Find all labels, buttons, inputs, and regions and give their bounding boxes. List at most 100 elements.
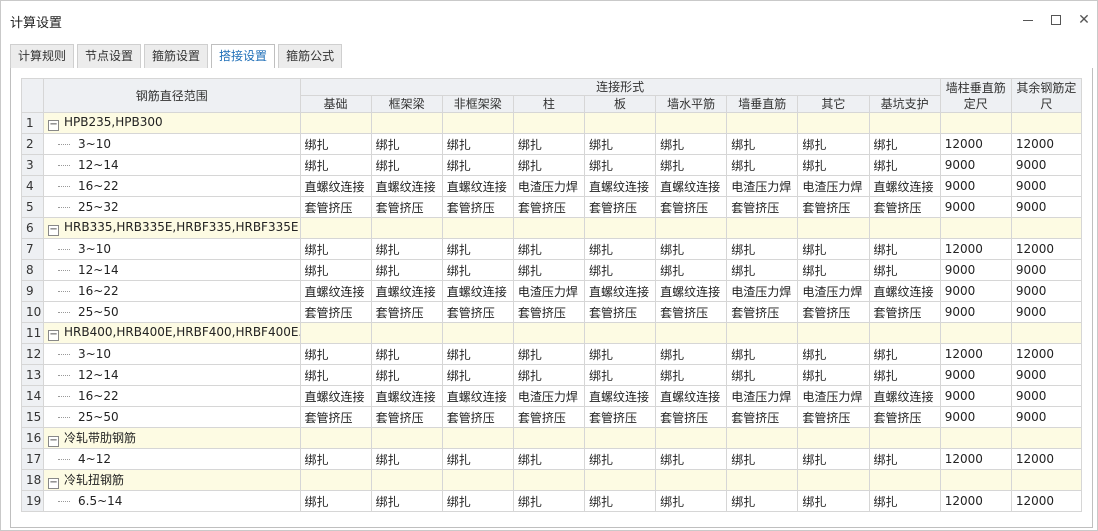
table-row[interactable]: 12 3~10 绑扎 绑扎 绑扎 绑扎 绑扎 绑扎 绑扎 绑扎 绑扎 12000 12000 — [20, 343, 1083, 365]
fixed-length-cell[interactable] — [939, 469, 1012, 491]
connection-cell[interactable]: 电渣压力焊 — [797, 385, 870, 407]
fixed-length-cell[interactable]: 12000 — [1010, 343, 1083, 365]
table-row[interactable]: 14 16~22 直螺纹连接 直螺纹连接 直螺纹连接 电渣压力焊 直螺纹连接 直螺纹连接 电渣压… — [20, 385, 1083, 407]
connection-cell[interactable]: 绑扎 — [299, 448, 372, 470]
fixed-length-cell[interactable]: 9000 — [939, 154, 1012, 176]
connection-cell[interactable] — [512, 322, 586, 344]
connection-cell[interactable]: 绑扎 — [441, 259, 514, 281]
connection-cell[interactable]: 直螺纹连接 — [370, 385, 443, 407]
table-row[interactable]: 4 16~22 直螺纹连接 直螺纹连接 直螺纹连接 电渣压力焊 直螺纹连接 直螺纹连接 电渣压力… — [20, 175, 1083, 197]
connection-cell[interactable]: 绑扎 — [583, 364, 657, 386]
connection-cell[interactable]: 绑扎 — [370, 238, 443, 260]
group-row[interactable]: 11− HRB400,HRB400E,HRBF400,HRBF400E... — [20, 322, 1083, 344]
connection-cell[interactable]: 直螺纹连接 — [299, 175, 372, 197]
connection-cell[interactable]: 绑扎 — [797, 133, 870, 155]
connection-cell[interactable]: 套管挤压 — [655, 301, 728, 323]
group-row[interactable]: 18− 冷轧扭钢筋 — [20, 469, 1083, 491]
fixed-length-cell[interactable]: 12000 — [1010, 490, 1083, 512]
connection-cell[interactable] — [370, 322, 443, 344]
group-row[interactable]: 6− HRB335,HRB335E,HRBF335,HRBF335E — [20, 217, 1083, 239]
connection-cell[interactable]: 绑扎 — [370, 343, 443, 365]
collapse-icon[interactable]: − — [48, 436, 60, 447]
connection-cell[interactable]: 直螺纹连接 — [655, 385, 728, 407]
connection-cell[interactable]: 直螺纹连接 — [868, 175, 941, 197]
table-row[interactable]: 10 25~50 套管挤压 套管挤压 套管挤压 套管挤压 套管挤压 套管挤压 套管挤压 套管挤压套… — [20, 301, 1083, 323]
close-button[interactable]: ✕ — [1073, 9, 1095, 31]
connection-cell[interactable]: 绑扎 — [655, 448, 728, 470]
connection-cell[interactable]: 电渣压力焊 — [797, 280, 870, 302]
connection-cell[interactable] — [655, 469, 728, 491]
connection-cell[interactable]: 套管挤压 — [512, 196, 586, 218]
connection-cell[interactable]: 绑扎 — [512, 448, 586, 470]
fixed-length-cell[interactable]: 12000 — [939, 490, 1012, 512]
table-row[interactable]: 9 16~22 直螺纹连接 直螺纹连接 直螺纹连接 电渣压力焊 直螺纹连接 直螺纹连接 电渣压力… — [20, 280, 1083, 302]
connection-cell[interactable] — [726, 112, 799, 134]
connection-cell[interactable]: 绑扎 — [868, 343, 941, 365]
connection-cell[interactable] — [797, 112, 870, 134]
connection-cell[interactable] — [370, 427, 443, 449]
connection-cell[interactable]: 绑扎 — [726, 133, 799, 155]
connection-cell[interactable]: 绑扎 — [797, 259, 870, 281]
connection-cell[interactable]: 绑扎 — [583, 238, 657, 260]
fixed-length-cell[interactable]: 9000 — [939, 385, 1012, 407]
connection-cell[interactable] — [512, 469, 586, 491]
collapse-icon[interactable]: − — [48, 330, 60, 341]
connection-cell[interactable] — [797, 469, 870, 491]
collapse-icon[interactable]: − — [48, 478, 60, 489]
connection-cell[interactable] — [868, 427, 941, 449]
connection-cell[interactable]: 绑扎 — [726, 154, 799, 176]
connection-cell[interactable]: 绑扎 — [441, 490, 514, 512]
connection-cell[interactable]: 绑扎 — [797, 364, 870, 386]
connection-cell[interactable]: 绑扎 — [370, 364, 443, 386]
connection-cell[interactable] — [441, 217, 514, 239]
connection-cell[interactable]: 套管挤压 — [583, 196, 657, 218]
connection-cell[interactable]: 套管挤压 — [299, 406, 372, 428]
connection-cell[interactable] — [583, 322, 657, 344]
connection-cell[interactable]: 绑扎 — [299, 154, 372, 176]
fixed-length-cell[interactable]: 9000 — [939, 175, 1012, 197]
connection-cell[interactable]: 套管挤压 — [299, 196, 372, 218]
connection-cell[interactable]: 套管挤压 — [583, 301, 657, 323]
connection-cell[interactable]: 套管挤压 — [726, 196, 799, 218]
table-row[interactable]: 13 12~14 绑扎 绑扎 绑扎 绑扎 绑扎 绑扎 绑扎 绑扎 绑扎 9000 9000 — [20, 364, 1083, 386]
minimize-button[interactable] — [1017, 9, 1039, 31]
connection-cell[interactable] — [512, 427, 586, 449]
connection-cell[interactable]: 套管挤压 — [512, 406, 586, 428]
connection-cell[interactable]: 绑扎 — [370, 490, 443, 512]
connection-cell[interactable]: 绑扎 — [370, 133, 443, 155]
table-row[interactable]: 17 4~12 绑扎 绑扎 绑扎 绑扎 绑扎 绑扎 绑扎 绑扎 绑扎 12000 12000 — [20, 448, 1083, 470]
connection-cell[interactable] — [583, 469, 657, 491]
connection-cell[interactable]: 直螺纹连接 — [655, 280, 728, 302]
fixed-length-cell[interactable] — [939, 112, 1012, 134]
table-row[interactable]: 15 25~50 套管挤压 套管挤压 套管挤压 套管挤压 套管挤压 套管挤压 套管挤压 套管挤压套… — [20, 406, 1083, 428]
connection-cell[interactable]: 绑扎 — [512, 343, 586, 365]
connection-cell[interactable]: 电渣压力焊 — [512, 175, 586, 197]
connection-cell[interactable]: 直螺纹连接 — [370, 280, 443, 302]
fixed-length-cell[interactable]: 9000 — [939, 406, 1012, 428]
connection-cell[interactable]: 绑扎 — [868, 259, 941, 281]
connection-cell[interactable] — [726, 217, 799, 239]
connection-cell[interactable]: 套管挤压 — [868, 301, 941, 323]
connection-cell[interactable]: 套管挤压 — [299, 301, 372, 323]
table-row[interactable]: 3 12~14 绑扎 绑扎 绑扎 绑扎 绑扎 绑扎 绑扎 绑扎 绑扎 9000 9000 — [20, 154, 1083, 176]
connection-cell[interactable]: 绑扎 — [441, 133, 514, 155]
connection-cell[interactable]: 绑扎 — [797, 490, 870, 512]
connection-cell[interactable] — [583, 427, 657, 449]
connection-cell[interactable] — [441, 112, 514, 134]
connection-cell[interactable] — [726, 469, 799, 491]
connection-cell[interactable]: 电渣压力焊 — [797, 175, 870, 197]
connection-cell[interactable] — [299, 217, 372, 239]
connection-cell[interactable]: 绑扎 — [726, 343, 799, 365]
connection-cell[interactable]: 电渣压力焊 — [726, 385, 799, 407]
connection-cell[interactable] — [655, 217, 728, 239]
connection-cell[interactable]: 套管挤压 — [868, 406, 941, 428]
fixed-length-cell[interactable] — [1010, 112, 1083, 134]
connection-cell[interactable]: 直螺纹连接 — [868, 385, 941, 407]
connection-cell[interactable]: 绑扎 — [868, 238, 941, 260]
connection-cell[interactable]: 绑扎 — [655, 259, 728, 281]
connection-cell[interactable]: 绑扎 — [583, 343, 657, 365]
connection-cell[interactable]: 绑扎 — [868, 448, 941, 470]
table-row[interactable]: 7 3~10 绑扎 绑扎 绑扎 绑扎 绑扎 绑扎 绑扎 绑扎 绑扎 12000 12000 — [20, 238, 1083, 260]
connection-cell[interactable]: 套管挤压 — [655, 196, 728, 218]
connection-cell[interactable]: 绑扎 — [726, 364, 799, 386]
